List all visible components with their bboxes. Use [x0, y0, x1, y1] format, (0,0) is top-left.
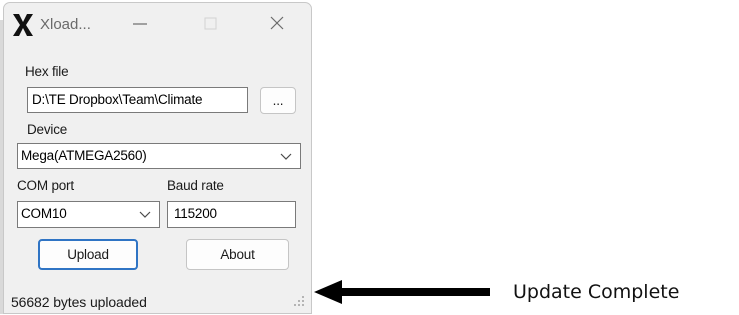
- annotation-text: Update Complete: [513, 281, 680, 303]
- xload-window: Xload... Hex file D:\TE Dropbox\Team\Cli…: [3, 2, 312, 314]
- chevron-down-icon: [280, 153, 292, 160]
- device-select[interactable]: Mega(ATMEGA2560): [17, 143, 301, 169]
- left-arrow-icon: [314, 280, 490, 304]
- browse-button[interactable]: ...: [260, 87, 296, 114]
- close-icon[interactable]: [266, 15, 288, 33]
- chevron-down-icon: [139, 211, 151, 218]
- title-bar: Xload...: [4, 3, 311, 47]
- minimize-icon[interactable]: [129, 15, 151, 33]
- com-port-select-value: COM10: [21, 206, 67, 221]
- window-title: Xload...: [40, 16, 91, 33]
- x-logo-icon: [13, 14, 33, 36]
- resize-grip-icon[interactable]: [293, 295, 305, 307]
- baud-rate-input[interactable]: 115200: [167, 201, 296, 228]
- maximize-icon[interactable]: [199, 15, 221, 33]
- hex-file-label: Hex file: [25, 64, 69, 79]
- device-label: Device: [27, 122, 68, 137]
- status-bar: 56682 bytes uploaded: [4, 283, 311, 315]
- com-port-select[interactable]: COM10: [17, 201, 160, 228]
- device-select-value: Mega(ATMEGA2560): [21, 148, 147, 163]
- hex-file-input[interactable]: D:\TE Dropbox\Team\Climate: [27, 87, 248, 113]
- baud-rate-label: Baud rate: [167, 178, 224, 193]
- about-button[interactable]: About: [186, 239, 289, 270]
- status-text: 56682 bytes uploaded: [11, 294, 147, 310]
- upload-button[interactable]: Upload: [38, 239, 138, 270]
- com-port-label: COM port: [17, 178, 74, 193]
